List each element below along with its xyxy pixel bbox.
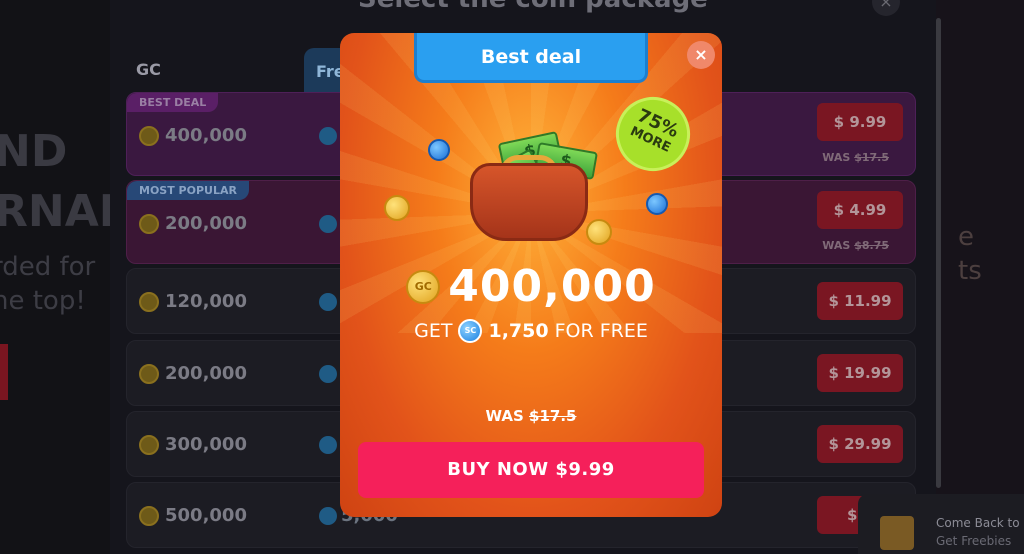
was-label: WAS (485, 407, 524, 425)
was-price: WAS $17.5 (340, 407, 722, 425)
close-icon[interactable]: × (687, 41, 715, 69)
sc-amount: 1,750 (488, 320, 549, 342)
buy-now-button[interactable]: BUY NOW $9.99 (358, 442, 704, 498)
sc-bonus-row: GET SC 1,750 FOR FREE (340, 319, 722, 343)
gold-coin-icon (586, 219, 612, 245)
best-deal-modal: Best deal × 75% MORE $ $ $ GC 400,000 GE… (340, 33, 722, 517)
for-free-label: FOR FREE (554, 320, 648, 342)
blue-coin-icon (428, 139, 450, 161)
was-value: $17.5 (529, 407, 577, 425)
gc-amount: 400,000 (448, 261, 656, 312)
ribbon-label: Best deal (480, 46, 582, 68)
app-stage: ND RNAM rded for he top! e ts Select the… (0, 0, 1024, 554)
gc-amount-row: GC 400,000 (340, 261, 722, 312)
purse-icon (470, 163, 588, 241)
best-deal-ribbon: Best deal (414, 33, 648, 83)
gc-coin-icon: GC (406, 269, 441, 304)
gold-coin-icon (384, 195, 410, 221)
blue-coin-icon (646, 193, 668, 215)
get-label: GET (414, 320, 453, 342)
sc-coin-icon: SC (458, 319, 483, 343)
